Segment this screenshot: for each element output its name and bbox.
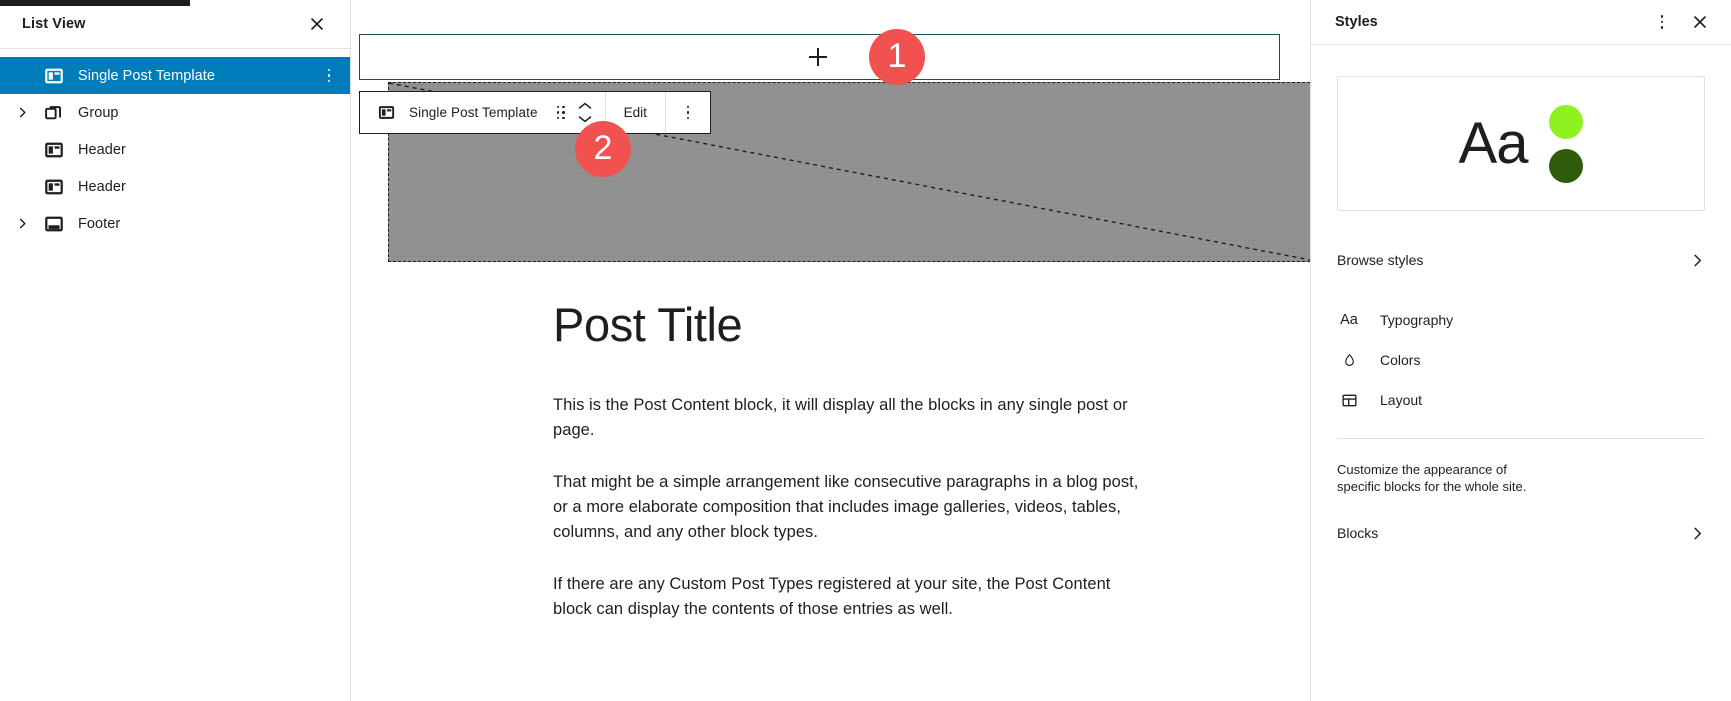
browse-styles-link[interactable]: Browse styles [1337, 236, 1705, 284]
post-title[interactable]: Post Title [553, 300, 1153, 350]
template-part-icon [41, 176, 66, 198]
template-part-icon [41, 65, 66, 87]
color-drop-icon [1337, 352, 1361, 369]
block-appender[interactable] [359, 34, 1280, 80]
styles-panel-actions [1645, 5, 1717, 39]
styles-menu: Aa Typography Colors Layout [1337, 300, 1705, 420]
browse-styles-label: Browse styles [1337, 252, 1424, 268]
sidebar-item-footer[interactable]: Footer [0, 205, 350, 242]
list-view-header: List View [0, 0, 350, 49]
blocks-link[interactable]: Blocks [1337, 509, 1705, 557]
styles-menu-colors[interactable]: Colors [1337, 340, 1705, 380]
styles-panel-title: Styles [1335, 14, 1378, 30]
chevron-right-icon [1690, 526, 1705, 541]
list-view-tree: Single Post Template Group Header Header… [0, 49, 350, 242]
sidebar-item-group[interactable]: Group [0, 94, 350, 131]
styles-menu-layout[interactable]: Layout [1337, 380, 1705, 420]
styles-menu-label: Typography [1380, 312, 1454, 328]
style-preview-card[interactable]: Aa [1337, 76, 1705, 211]
footer-icon [41, 213, 66, 235]
step-badge-1: 1 [869, 29, 925, 85]
post-paragraph-1[interactable]: This is the Post Content block, it will … [553, 393, 1153, 443]
color-swatch-secondary [1549, 148, 1584, 183]
styles-menu-label: Colors [1380, 352, 1421, 368]
sidebar-item-label: Single Post Template [78, 67, 215, 84]
close-icon[interactable] [300, 7, 334, 41]
group-icon [41, 102, 66, 124]
style-preview-swatches [1549, 104, 1584, 183]
typography-icon: Aa [1340, 311, 1358, 328]
block-toolbar: Single Post Template Edit [359, 91, 711, 134]
template-part-icon [41, 139, 66, 161]
step-badge-2: 2 [575, 121, 631, 177]
editor-canvas: Single Post Template Edit 1 2 Post Title… [351, 0, 1310, 701]
block-options-icon[interactable] [666, 92, 710, 133]
styles-divider [1337, 438, 1705, 439]
chevron-right-icon [1690, 253, 1705, 268]
block-name-label: Single Post Template [409, 105, 538, 120]
layout-icon [1337, 391, 1361, 410]
color-swatch-primary [1549, 104, 1584, 139]
sidebar-item-label: Header [78, 178, 126, 195]
styles-menu-label: Layout [1380, 392, 1423, 408]
admin-bar-sliver [0, 0, 190, 6]
post-body: This is the Post Content block, it will … [553, 393, 1153, 622]
blocks-section-description: Customize the appearance of specific blo… [1337, 462, 1527, 494]
list-view-title: List View [22, 16, 86, 32]
chevron-up-icon[interactable] [578, 102, 592, 110]
blocks-link-label: Blocks [1337, 525, 1379, 541]
block-editor-window: List View Single Post Template Group Hea… [0, 0, 1731, 701]
styles-panel: Styles Aa Browse styles Aa Typography Co… [1310, 0, 1731, 701]
list-view-panel: List View Single Post Template Group Hea… [0, 0, 351, 701]
style-preview-sample-text: Aa [1458, 110, 1529, 176]
sidebar-item-label: Group [78, 104, 119, 121]
block-toolbar-identity[interactable]: Single Post Template [360, 92, 538, 133]
post-content-block: Post Title This is the Post Content bloc… [553, 300, 1153, 622]
styles-panel-header: Styles [1311, 0, 1731, 45]
sidebar-item-header-2[interactable]: Header [0, 168, 350, 205]
template-part-icon [374, 101, 398, 125]
list-item-options-icon[interactable] [316, 61, 342, 91]
sidebar-item-header-1[interactable]: Header [0, 131, 350, 168]
styles-menu-typography[interactable]: Aa Typography [1337, 300, 1705, 340]
styles-panel-body: Aa Browse styles Aa Typography Colors La… [1311, 76, 1731, 557]
post-paragraph-2[interactable]: That might be a simple arrangement like … [553, 470, 1153, 545]
plus-icon [809, 48, 827, 66]
sidebar-item-single-post-template[interactable]: Single Post Template [0, 57, 350, 94]
expand-chevron-icon[interactable] [10, 106, 34, 119]
close-icon[interactable] [1683, 5, 1717, 39]
post-paragraph-3[interactable]: If there are any Custom Post Types regis… [553, 572, 1153, 622]
sidebar-item-label: Header [78, 141, 126, 158]
drag-handle-icon[interactable] [547, 92, 575, 133]
styles-more-options-icon[interactable] [1645, 5, 1679, 39]
chevron-down-icon[interactable] [578, 115, 592, 123]
sidebar-item-label: Footer [78, 215, 121, 232]
expand-chevron-icon[interactable] [10, 217, 34, 230]
